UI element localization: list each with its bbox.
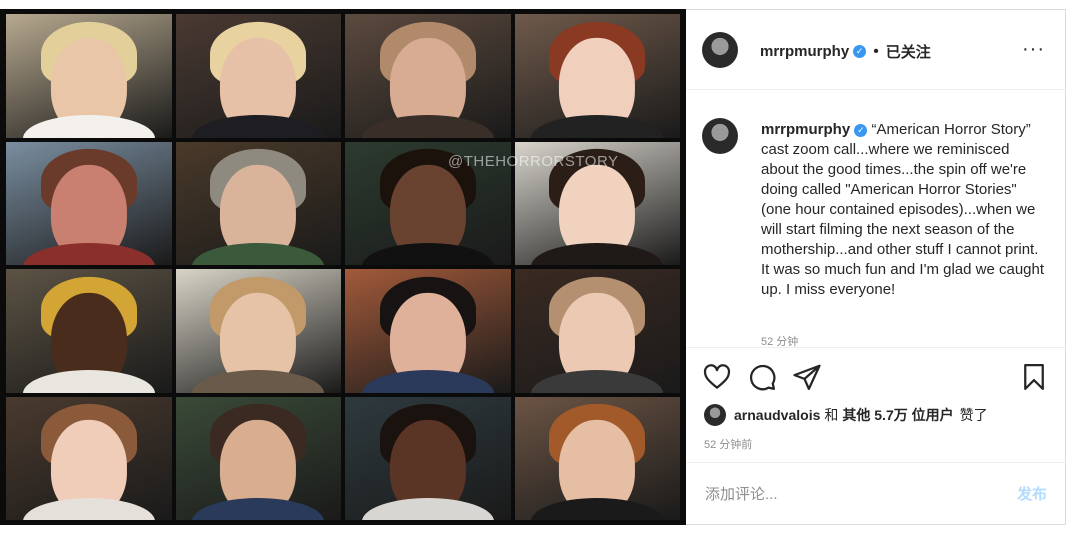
heart-icon[interactable] — [702, 362, 732, 392]
author-username[interactable]: mrrpmurphy — [760, 43, 849, 60]
participant-tile — [345, 14, 511, 138]
caption-area: mrrpmurphy ✓ “American Horror Story” cas… — [686, 90, 1065, 348]
verified-icon: ✓ — [853, 45, 867, 58]
participant-tile — [514, 14, 680, 138]
post-panel: mrrpmurphy ✓ • 已关注 ··· mrrpmurphy ✓ “Ame… — [686, 9, 1066, 525]
participant-tile — [6, 141, 172, 265]
comment-input[interactable] — [703, 481, 977, 507]
participant-tile — [6, 396, 172, 520]
participant-tile — [6, 269, 172, 393]
post-media[interactable]: @THEHORRORSTORY — [0, 9, 686, 525]
likes-connector: 和 — [824, 407, 839, 423]
follow-button[interactable]: 已关注 — [886, 41, 931, 62]
post-comment-button[interactable]: 发布 — [1017, 483, 1047, 504]
participant-tile — [175, 141, 341, 265]
video-call-grid — [6, 14, 680, 520]
participant-tile — [6, 14, 172, 138]
likes-suffix: 赞了 — [959, 407, 988, 423]
liker-username[interactable]: arnaudvalois — [734, 407, 820, 423]
participant-tile — [345, 269, 511, 393]
post-header: mrrpmurphy ✓ • 已关注 ··· — [686, 10, 1065, 90]
caption-username[interactable]: mrrpmurphy — [761, 121, 850, 138]
caption-body: mrrpmurphy ✓ “American Horror Story” cas… — [761, 120, 1046, 300]
author-avatar[interactable] — [702, 32, 738, 68]
share-icon[interactable] — [792, 362, 822, 392]
watermark: @THEHORRORSTORY — [448, 153, 619, 170]
verified-icon: ✓ — [854, 124, 868, 137]
participant-tile — [514, 396, 680, 520]
comment-icon[interactable] — [747, 362, 777, 392]
author-line: mrrpmurphy ✓ • 已关注 — [760, 41, 931, 62]
bookmark-icon[interactable] — [1019, 362, 1049, 392]
likes-count[interactable]: 其他 5.7万 位用户 — [842, 405, 953, 425]
likes-line: arnaudvalois 和 其他 5.7万 位用户 赞了 — [704, 404, 988, 426]
more-icon[interactable]: ··· — [1022, 38, 1045, 61]
post-time[interactable]: 52 分钟前 — [704, 436, 752, 452]
caption-avatar[interactable] — [702, 118, 738, 154]
caption-text: “American Horror Story” cast zoom call..… — [761, 121, 1045, 298]
liker-avatar[interactable] — [704, 404, 726, 426]
participant-tile — [175, 396, 341, 520]
caption-time: 52 分钟 — [761, 336, 799, 348]
participant-tile — [175, 14, 341, 138]
comment-bar: 发布 — [686, 462, 1065, 524]
participant-tile — [345, 396, 511, 520]
action-bar — [686, 348, 1065, 408]
separator-dot: • — [873, 42, 879, 60]
participant-tile — [175, 269, 341, 393]
participant-tile — [514, 269, 680, 393]
